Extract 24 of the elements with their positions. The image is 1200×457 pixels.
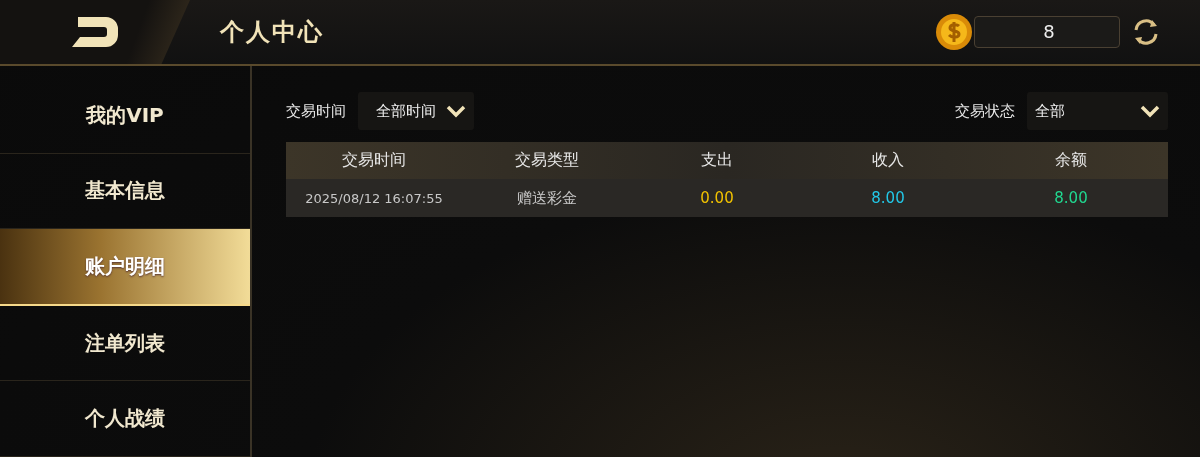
filter-dropdown[interactable]: 全部时间 (358, 92, 474, 130)
filter-dropdown[interactable]: 全部 (1027, 92, 1168, 130)
page-title: 个人中心 (220, 17, 324, 48)
column-header: 交易类型 (514, 150, 580, 171)
column-header: 交易时间 (341, 150, 407, 171)
sidebar-item[interactable]: 注单列表 (0, 305, 250, 382)
table-cell-text: 赠送彩金 (516, 188, 578, 208)
balance-field: 8 (974, 16, 1120, 48)
chevron-down-icon (1140, 104, 1160, 118)
filter-label: 交易状态 (955, 101, 1015, 121)
chevron-down-icon (446, 104, 466, 118)
sidebar-item[interactable]: 个人战绩 (0, 381, 250, 457)
table-cell-text: 8.00 (870, 189, 906, 207)
back-icon[interactable] (70, 15, 120, 49)
sidebar-item[interactable]: 账户明细 (0, 229, 250, 306)
table-cell-text: 8.00 (1053, 189, 1089, 207)
coin-icon (934, 12, 974, 52)
column-header: 收入 (871, 150, 905, 171)
filter-label: 交易时间 (286, 101, 346, 121)
sidebar-item[interactable]: 我的VIP (0, 78, 250, 154)
column-header: 余额 (1054, 150, 1088, 171)
column-header: 支出 (700, 150, 734, 171)
table-cell-text: 2025/08/12 16:07:55 (304, 190, 444, 206)
table-cell-text: 0.00 (699, 189, 735, 207)
